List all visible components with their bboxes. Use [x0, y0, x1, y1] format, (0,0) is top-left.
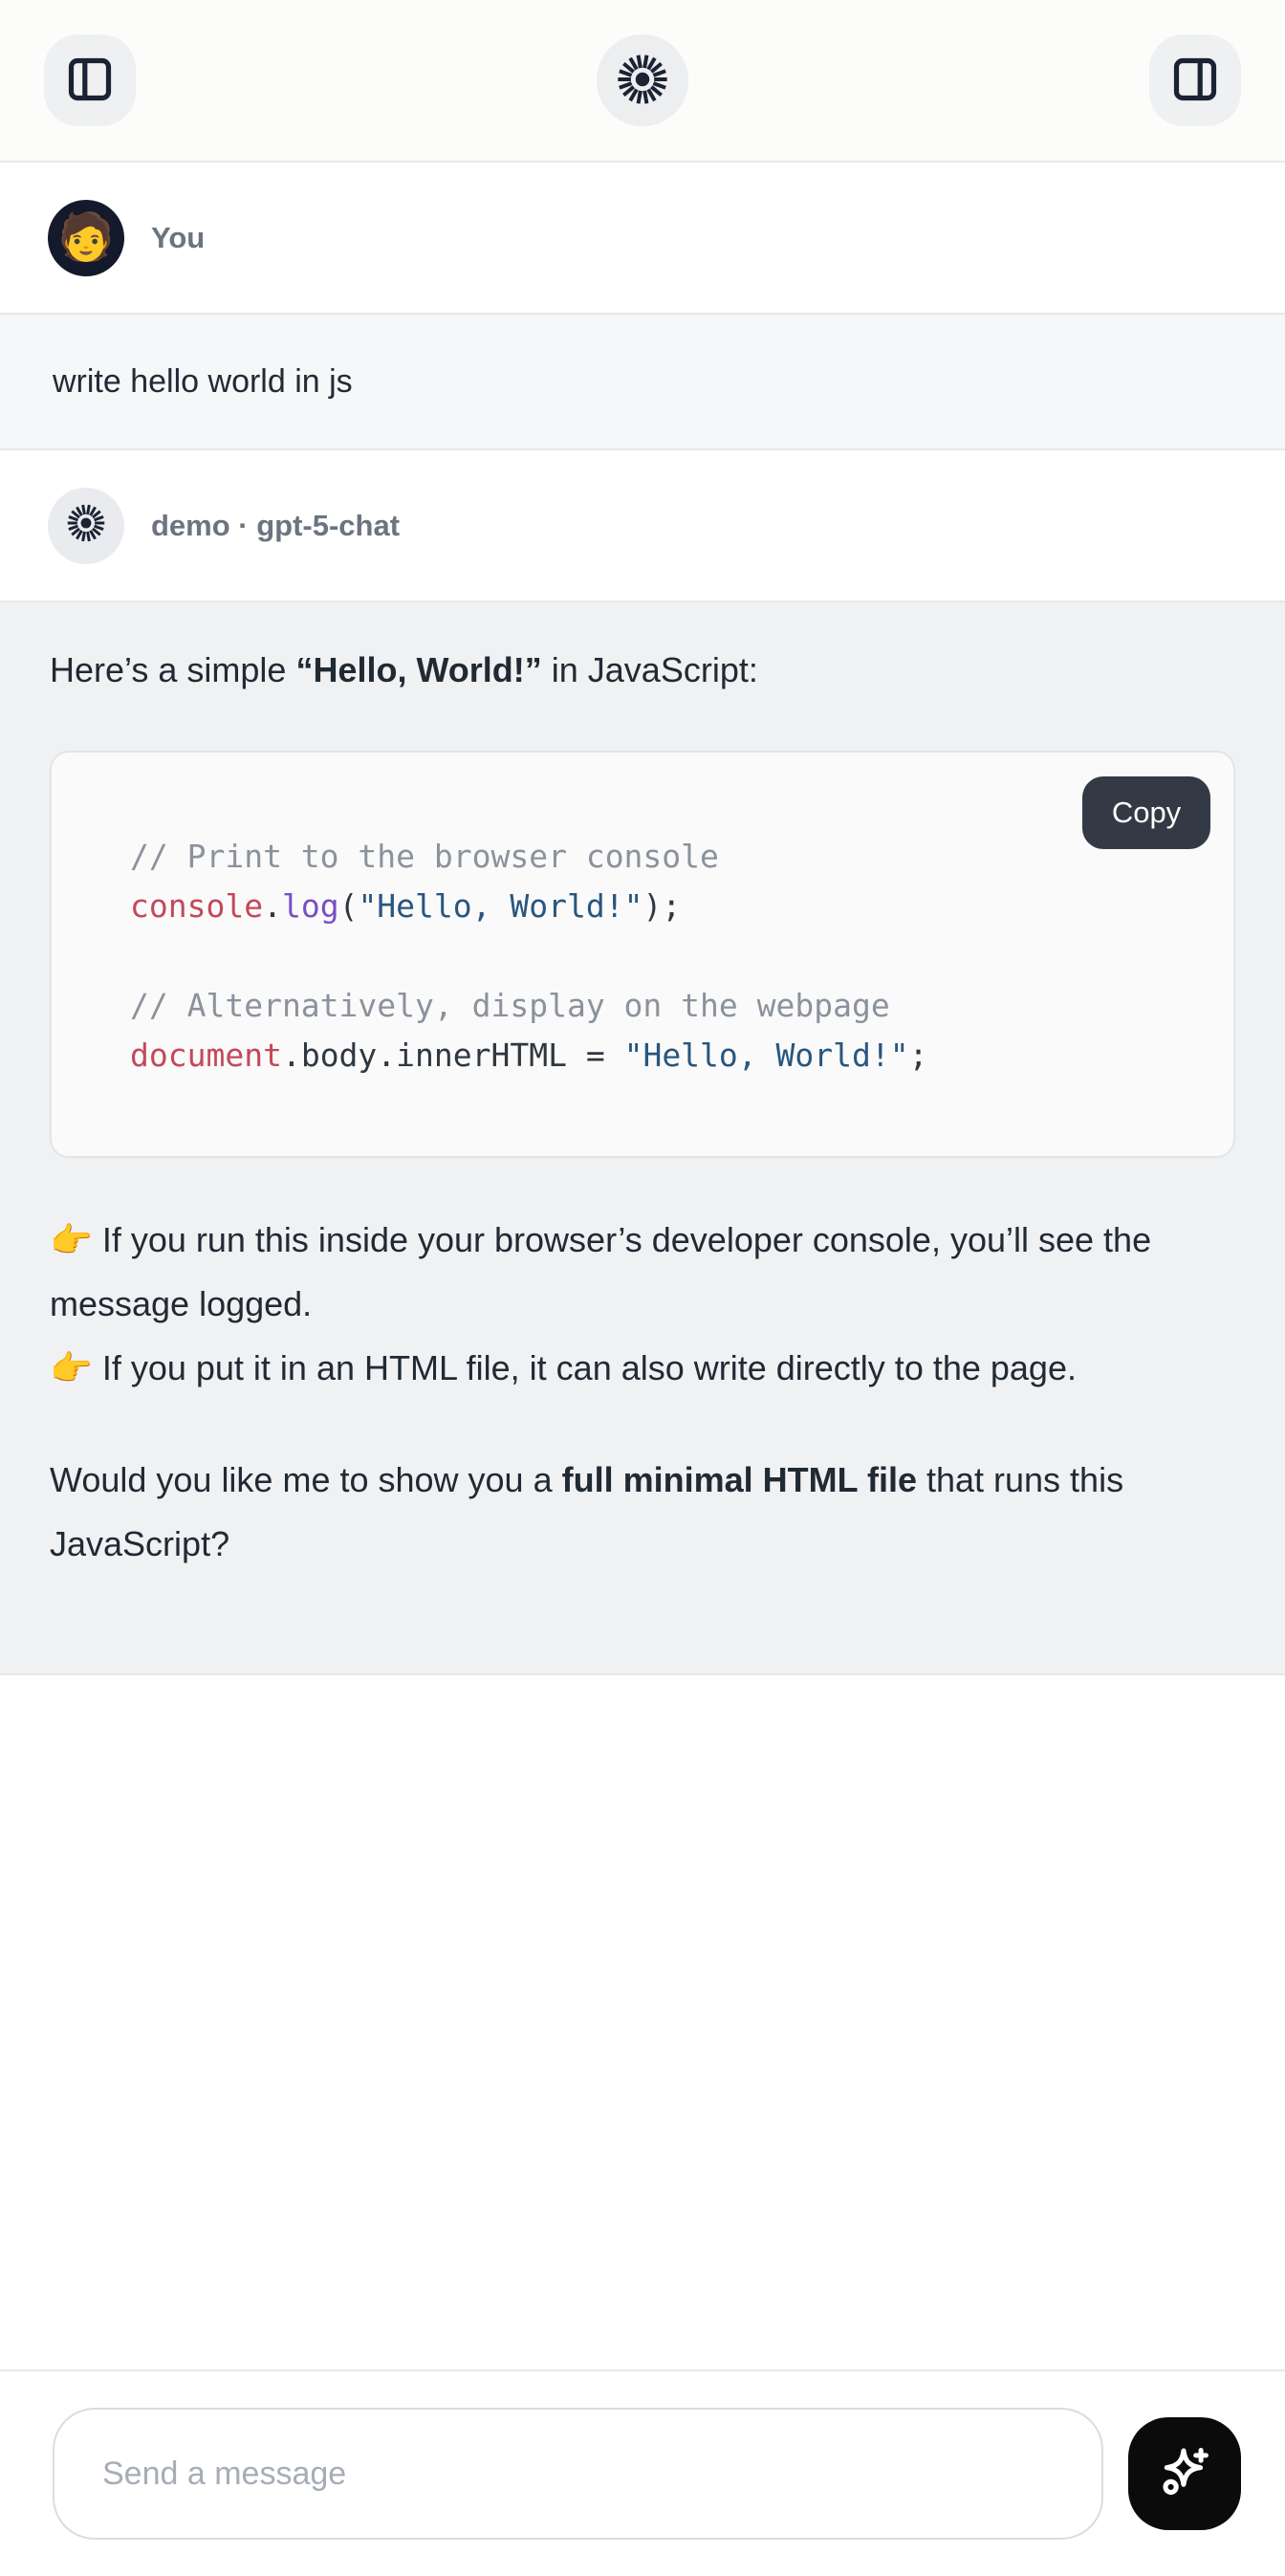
code-token: "Hello, World!": [358, 887, 642, 925]
panel-left-icon: [65, 55, 115, 107]
panel-right-icon: [1170, 55, 1220, 107]
code-token: log: [282, 887, 339, 925]
code-token: );: [642, 887, 681, 925]
assistant-message-header: demo · gpt-5-chat: [0, 450, 1285, 600]
right-panel-toggle-button[interactable]: [1149, 34, 1241, 126]
user-message-bubble: write hello world in js: [0, 313, 1285, 450]
code-content: // Print to the browser console console.l…: [130, 832, 1195, 1081]
code-line: document.body.innerHTML = "Hello, World!…: [130, 1031, 1195, 1081]
code-token: // Alternatively, display on the webpage: [130, 987, 890, 1024]
code-line: console.log("Hello, World!");: [130, 882, 1195, 931]
starburst-icon: [66, 503, 106, 548]
assistant-author-label: demo · gpt-5-chat: [151, 509, 400, 543]
chat-app: 🧑 You write hello world in js demo · gpt…: [0, 0, 1285, 2576]
code-token: "Hello, World!": [624, 1037, 909, 1074]
composer-bar: [0, 2369, 1285, 2576]
user-message-text: write hello world in js: [53, 363, 353, 401]
question-text-bold: full minimal HTML file: [562, 1460, 917, 1499]
user-author-label: You: [151, 221, 205, 255]
message-input[interactable]: [53, 2408, 1103, 2540]
copy-button[interactable]: Copy: [1082, 776, 1210, 849]
sparkles-icon: [1154, 2442, 1215, 2506]
intro-text-bold: “Hello, World!”: [295, 650, 541, 689]
assistant-avatar: [48, 488, 124, 564]
code-token: document: [130, 1037, 282, 1074]
code-token: // Print to the browser console: [130, 838, 719, 875]
app-logo-button[interactable]: [597, 34, 688, 126]
question-text-pre: Would you like me to show you a: [50, 1460, 562, 1499]
send-button[interactable]: [1128, 2417, 1241, 2530]
code-token: .: [263, 887, 282, 925]
notes-paragraph: 👉 If you run this inside your browser’s …: [50, 1208, 1235, 1400]
starburst-icon: [616, 53, 669, 109]
code-line: // Print to the browser console: [130, 832, 1195, 882]
user-message-header: 🧑 You: [0, 163, 1285, 313]
code-token: .body.innerHTML =: [282, 1037, 624, 1074]
code-line: // Alternatively, display on the webpage: [130, 981, 1195, 1031]
assistant-message-body: Here’s a simple “Hello, World!” in JavaS…: [0, 600, 1285, 1675]
intro-text-post: in JavaScript:: [542, 650, 758, 689]
code-token: ;: [909, 1037, 928, 1074]
code-block: Copy // Print to the browser console cons…: [50, 751, 1235, 1158]
question-paragraph: Would you like me to show you a full min…: [50, 1448, 1235, 1576]
code-token: console: [130, 887, 263, 925]
empty-chat-space: [0, 1675, 1285, 2369]
intro-paragraph: Here’s a simple “Hello, World!” in JavaS…: [50, 638, 1235, 702]
user-avatar: 🧑: [48, 200, 124, 276]
code-line: [130, 931, 1195, 981]
code-token: (: [339, 887, 359, 925]
top-bar: [0, 0, 1285, 163]
note-line: 👉 If you put it in an HTML file, it can …: [50, 1336, 1235, 1400]
intro-text-pre: Here’s a simple: [50, 650, 295, 689]
sidebar-toggle-button[interactable]: [44, 34, 136, 126]
person-emoji: 🧑: [57, 215, 115, 261]
note-line: 👉 If you run this inside your browser’s …: [50, 1208, 1235, 1336]
